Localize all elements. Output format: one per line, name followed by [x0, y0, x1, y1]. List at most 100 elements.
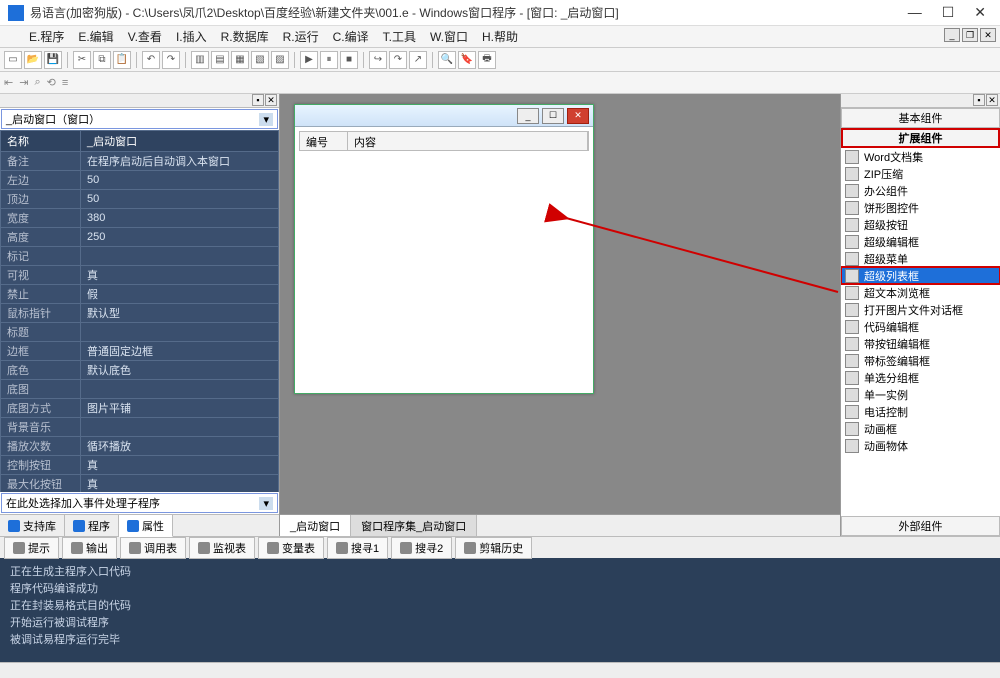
bt-variables[interactable]: 变量表	[258, 537, 324, 559]
property-value[interactable]: 默认底色	[81, 361, 279, 380]
palette-close-button[interactable]: ✕	[986, 94, 998, 106]
menu-program[interactable]: E.程序	[24, 26, 69, 47]
designer-canvas[interactable]: _ ☐ ✕ 编号 内容 _启动窗口 窗口程序集_启动窗口	[280, 94, 840, 536]
lv-col-id[interactable]: 编号	[300, 132, 348, 150]
lv-col-content[interactable]: 内容	[348, 132, 588, 150]
property-value[interactable]: 50	[81, 190, 279, 209]
property-value[interactable]: 真	[81, 475, 279, 493]
tb2-4[interactable]: ⟲	[47, 76, 56, 89]
property-value[interactable]: 真	[81, 266, 279, 285]
component-item[interactable]: 超文本浏览框	[841, 284, 1000, 301]
dw-minimize-button[interactable]: _	[517, 108, 539, 124]
mdi-minimize-button[interactable]: _	[944, 28, 960, 42]
bt-tips[interactable]: 提示	[4, 537, 59, 559]
property-row[interactable]: 宽度380	[1, 209, 279, 228]
run-button[interactable]: ▶	[300, 51, 318, 69]
tb2-1[interactable]: ⇤	[4, 76, 13, 89]
property-row[interactable]: 底图方式图片平铺	[1, 399, 279, 418]
new-button[interactable]: ▭	[4, 51, 22, 69]
menu-database[interactable]: R.数据库	[216, 26, 274, 47]
tb2-3[interactable]: ⌕	[34, 76, 40, 89]
menu-help[interactable]: H.帮助	[477, 26, 523, 47]
component-item[interactable]: 代码编辑框	[841, 318, 1000, 335]
property-value[interactable]: 普通固定边框	[81, 342, 279, 361]
component-item[interactable]: 单一实例	[841, 386, 1000, 403]
cat-external[interactable]: 外部组件	[841, 516, 1000, 536]
property-value[interactable]	[81, 323, 279, 342]
property-value[interactable]	[81, 247, 279, 266]
property-row[interactable]: 禁止假	[1, 285, 279, 304]
property-value[interactable]: 图片平铺	[81, 399, 279, 418]
property-value[interactable]: 50	[81, 171, 279, 190]
copy-button[interactable]: ⧉	[93, 51, 111, 69]
property-value[interactable]: 380	[81, 209, 279, 228]
design-window[interactable]: _ ☐ ✕ 编号 内容	[294, 104, 594, 394]
component-item[interactable]: 动画框	[841, 420, 1000, 437]
save-button[interactable]: 💾	[44, 51, 62, 69]
cat-basic[interactable]: 基本组件	[841, 108, 1000, 128]
property-row[interactable]: 鼠标指针默认型	[1, 304, 279, 323]
cat-extended[interactable]: 扩展组件	[841, 128, 1000, 148]
close-button[interactable]: ✕	[974, 4, 986, 21]
component-item[interactable]: Word文档集	[841, 148, 1000, 165]
tb2-5[interactable]: ≡	[62, 77, 68, 89]
component-item[interactable]: 饼形图控件	[841, 199, 1000, 216]
bookmark-button[interactable]: 🔖	[458, 51, 476, 69]
bt-search2[interactable]: 搜寻2	[391, 537, 452, 559]
stepout-button[interactable]: ↗	[409, 51, 427, 69]
redo-button[interactable]: ↷	[162, 51, 180, 69]
property-value[interactable]: 假	[81, 285, 279, 304]
tb2-2[interactable]: ⇥	[19, 76, 28, 89]
property-value[interactable]	[81, 418, 279, 437]
component-item[interactable]: 单选分组框	[841, 369, 1000, 386]
minimize-button[interactable]: —	[908, 4, 922, 21]
palette-pin-button[interactable]: ▪	[973, 94, 985, 106]
undo-button[interactable]: ↶	[142, 51, 160, 69]
property-row[interactable]: 背景音乐	[1, 418, 279, 437]
layout1-button[interactable]: ▥	[191, 51, 209, 69]
component-item[interactable]: 带按钮编辑框	[841, 335, 1000, 352]
layout4-button[interactable]: ▧	[251, 51, 269, 69]
tab-support-lib[interactable]: 支持库	[0, 515, 65, 536]
component-item[interactable]: 办公组件	[841, 182, 1000, 199]
property-row[interactable]: 备注在程序启动后自动调入本窗口	[1, 152, 279, 171]
event-selector[interactable]: 在此处选择加入事件处理子程序	[1, 493, 278, 513]
step-button[interactable]: ↪	[369, 51, 387, 69]
property-row[interactable]: 顶边50	[1, 190, 279, 209]
dw-close-button[interactable]: ✕	[567, 108, 589, 124]
component-item[interactable]: 带标签编辑框	[841, 352, 1000, 369]
bt-output[interactable]: 输出	[62, 537, 117, 559]
property-row[interactable]: 底色默认底色	[1, 361, 279, 380]
tab-window-collection[interactable]: 窗口程序集_启动窗口	[351, 515, 477, 536]
tab-startup-window[interactable]: _启动窗口	[280, 515, 351, 536]
component-item[interactable]: 动画物体	[841, 437, 1000, 454]
bt-watch[interactable]: 监视表	[189, 537, 255, 559]
menu-window[interactable]: W.窗口	[425, 26, 473, 47]
property-row[interactable]: 控制按钮真	[1, 456, 279, 475]
component-item[interactable]: 超级编辑框	[841, 233, 1000, 250]
open-button[interactable]: 📂	[24, 51, 42, 69]
bt-cliphistory[interactable]: 剪辑历史	[455, 537, 532, 559]
component-item[interactable]: 打开图片文件对话框	[841, 301, 1000, 318]
property-row[interactable]: 最大化按钮真	[1, 475, 279, 493]
property-value[interactable]: 默认型	[81, 304, 279, 323]
property-value[interactable]: 循环播放	[81, 437, 279, 456]
component-item[interactable]: 超级列表框	[841, 267, 1000, 284]
stop-button[interactable]: ■	[340, 51, 358, 69]
print-button[interactable]: 🖶	[478, 51, 496, 69]
menu-tools[interactable]: T.工具	[378, 26, 421, 47]
maximize-button[interactable]: ☐	[942, 4, 955, 21]
tab-properties[interactable]: 属性	[119, 515, 173, 537]
layout2-button[interactable]: ▤	[211, 51, 229, 69]
property-row[interactable]: 标题	[1, 323, 279, 342]
property-row[interactable]: 可视真	[1, 266, 279, 285]
mdi-close-button[interactable]: ✕	[980, 28, 996, 42]
component-item[interactable]: 超级菜单	[841, 250, 1000, 267]
panel-pin-button[interactable]: ▪	[252, 94, 264, 106]
menu-view[interactable]: V.查看	[123, 26, 167, 47]
cut-button[interactable]: ✂	[73, 51, 91, 69]
paste-button[interactable]: 📋	[113, 51, 131, 69]
find-button[interactable]: 🔍	[438, 51, 456, 69]
property-grid[interactable]: 名称_启动窗口 备注在程序启动后自动调入本窗口左边50顶边50宽度380高度25…	[0, 130, 279, 492]
property-value[interactable]	[81, 380, 279, 399]
